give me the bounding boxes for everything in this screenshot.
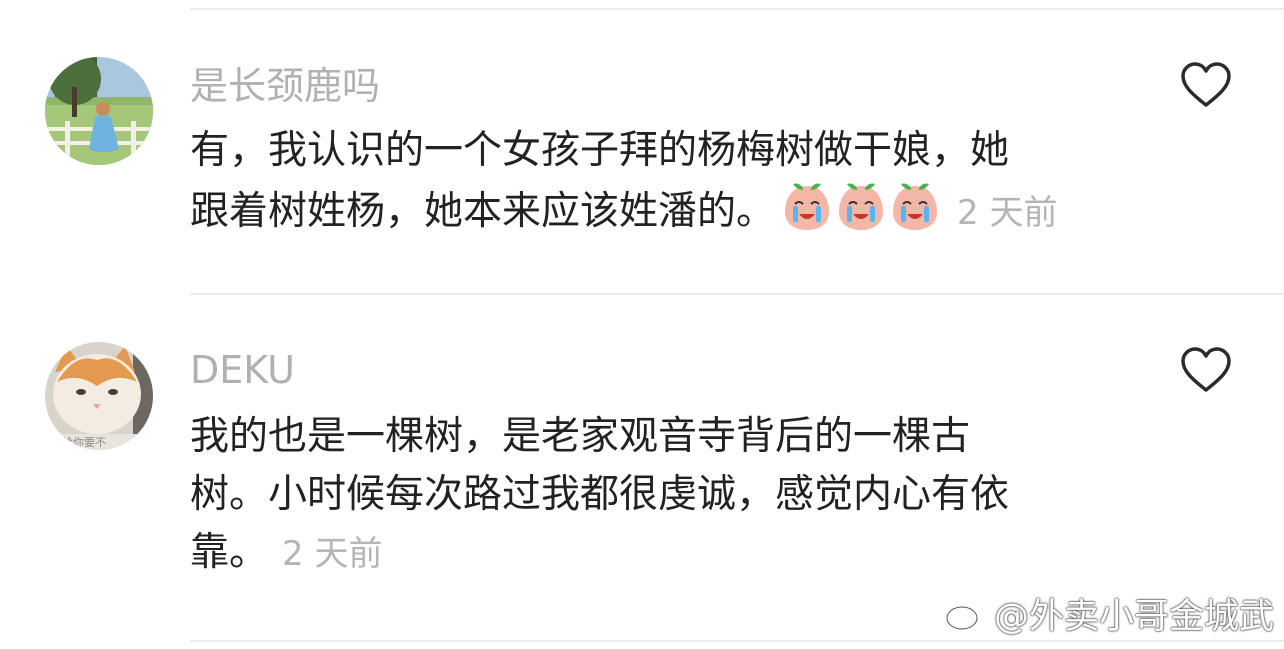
girl-in-blue-dress-avatar — [45, 57, 153, 165]
comment-text: 有，我认识的一个女孩子拜的杨梅树做干娘，她 跟着树姓杨，她本来应该姓潘的。 2 … — [190, 122, 1100, 249]
divider-top — [190, 8, 1284, 10]
divider-bottom — [190, 640, 1284, 642]
avatar[interactable] — [45, 57, 153, 165]
comment-text-line-with-meta: 靠。 2 天前 — [190, 524, 1100, 583]
like-button[interactable] — [1180, 346, 1232, 394]
like-button[interactable] — [1180, 61, 1232, 109]
avatar-caption: 气给你要不 — [51, 435, 106, 449]
watermark-text: @外卖小哥金城武 — [993, 597, 1274, 637]
emoji-group — [781, 180, 943, 249]
divider-middle — [190, 293, 1284, 295]
watermark: @外卖小哥金城武 — [944, 588, 1274, 639]
comment-timestamp: 2 天前 — [957, 193, 1058, 233]
comment-timestamp: 2 天前 — [282, 534, 383, 574]
comment-text-line: 靠。 — [190, 530, 269, 575]
crying-peach-emoji — [785, 183, 830, 230]
heart-outline-icon — [1181, 62, 1231, 107]
comment-username[interactable]: 是长颈鹿吗 — [190, 67, 380, 105]
comment-text-line: 有，我认识的一个女孩子拜的杨梅树做干娘，她 — [190, 128, 1010, 173]
crying-peach-emoji — [839, 183, 884, 230]
crying-peach-emoji — [893, 183, 938, 230]
comment-text-line: 我的也是一棵树，是老家观音寺背后的一棵古 — [190, 414, 971, 459]
comment-text-line-with-meta: 跟着树姓杨，她本来应该姓潘的。 2 天前 — [190, 180, 1100, 249]
comment-text: 我的也是一棵树，是老家观音寺背后的一棵古 树。小时候每次路过我都很虔诚，感觉内心… — [190, 408, 1100, 583]
orange-white-cat-avatar: 气给你要不 — [45, 342, 153, 450]
comment-username[interactable]: DEKU — [190, 351, 295, 389]
comment-text-line: 跟着树姓杨，她本来应该姓潘的。 — [190, 189, 776, 234]
avatar[interactable]: 气给你要不 — [45, 342, 153, 450]
weibo-logo-icon — [945, 598, 986, 630]
comment-text-line: 树。小时候每次路过我都很虔诚，感觉内心有依 — [190, 472, 1010, 517]
heart-outline-icon — [1181, 347, 1231, 392]
